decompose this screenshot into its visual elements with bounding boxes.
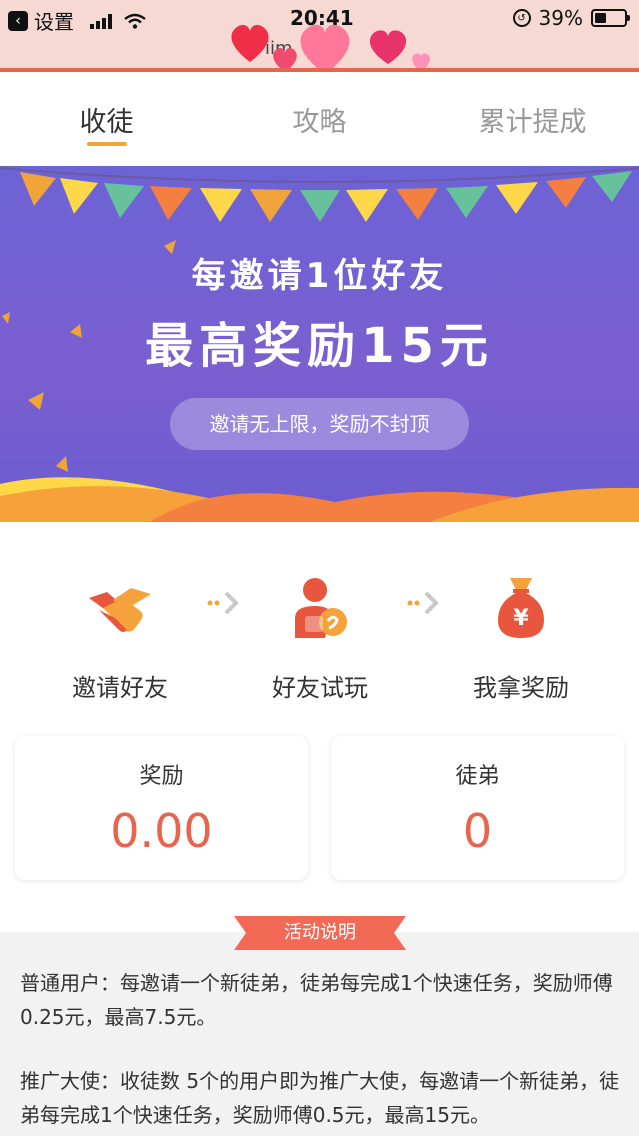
tab-apprentice[interactable]: 收徒 (0, 72, 213, 166)
normal-user-rule: 普通用户：每邀请一个新徒弟，徒弟每完成1个快速任务，奖励师傅0.25元，最高7.… (20, 971, 613, 1029)
ribbon-label: 活动说明 (284, 922, 356, 943)
step-trial: 好友试玩 (250, 574, 390, 703)
back-label[interactable]: 设置 (34, 6, 74, 35)
step-reward: ¥ 我拿奖励 (451, 574, 591, 703)
wifi-icon (124, 13, 146, 29)
step-label: 好友试玩 (272, 674, 368, 702)
reward-title: 奖励 (139, 764, 184, 789)
hearts-decoration (231, 24, 430, 74)
battery-percent: 39% (538, 6, 583, 30)
tab-commission[interactable]: 累计提成 (426, 72, 639, 166)
heart-icon (231, 24, 269, 62)
status-right: ↺ 39% (512, 6, 630, 30)
banner-headline: 每邀请1位好友 (191, 256, 448, 296)
battery-fill (595, 13, 606, 23)
chevron-right-icon (207, 591, 239, 615)
tab-label: 收徒 (79, 107, 134, 138)
user-play-icon (295, 578, 347, 638)
back-icon[interactable]: ‹ (8, 10, 28, 31)
handshake-icon (89, 588, 151, 632)
activity-info: 活动说明 普通用户：每邀请一个新徒弟，徒弟每完成1个快速任务，奖励师傅0.25元… (0, 916, 639, 1136)
battery-icon (591, 9, 630, 27)
banner-tagline: 邀请无上限，奖励不封顶 (170, 398, 469, 450)
banner-reward: 最高奖励15元 (145, 318, 494, 374)
ambassador-rule: 推广大使：收徒数 5个的用户即为推广大使，每邀请一个新徒弟，徒弟每完成1个快速任… (20, 1069, 620, 1127)
step-label: 我拿奖励 (473, 674, 569, 702)
invite-steps: 邀请好友 好友试玩 ¥ 我拿奖励 (0, 522, 639, 718)
heart-icon (369, 30, 407, 64)
reward-value: 0.00 (110, 804, 213, 858)
money-bag-icon: ¥ (498, 578, 544, 638)
promo-banner: 每邀请1位好友 最高奖励15元 邀请无上限，奖励不封顶 (0, 166, 639, 522)
step-label: 邀请好友 (72, 674, 168, 702)
tab-active-indicator (86, 142, 127, 146)
activity-ribbon: 活动说明 (234, 916, 406, 950)
svg-text:¥: ¥ (513, 606, 529, 631)
apprentice-value: 0 (462, 804, 493, 858)
step-invite: 邀请好友 (50, 574, 190, 703)
chevron-right-icon (407, 591, 439, 615)
status-left: ‹ 设置 (8, 6, 146, 35)
heart-icon (300, 24, 350, 74)
signal-icon (90, 13, 112, 29)
stats-section: 奖励 0.00 徒弟 0 (0, 718, 639, 932)
apprentice-title: 徒弟 (455, 764, 500, 789)
tab-bar: 收徒 攻略 累计提成 (0, 72, 639, 166)
orientation-lock-icon: ↺ (512, 9, 531, 27)
tab-guide[interactable]: 攻略 (213, 72, 426, 166)
apprentice-card[interactable]: 徒弟 0 (331, 736, 624, 880)
tab-label: 累计提成 (478, 107, 587, 138)
tab-label: 攻略 (292, 107, 347, 138)
reward-card[interactable]: 奖励 0.00 (15, 736, 308, 880)
